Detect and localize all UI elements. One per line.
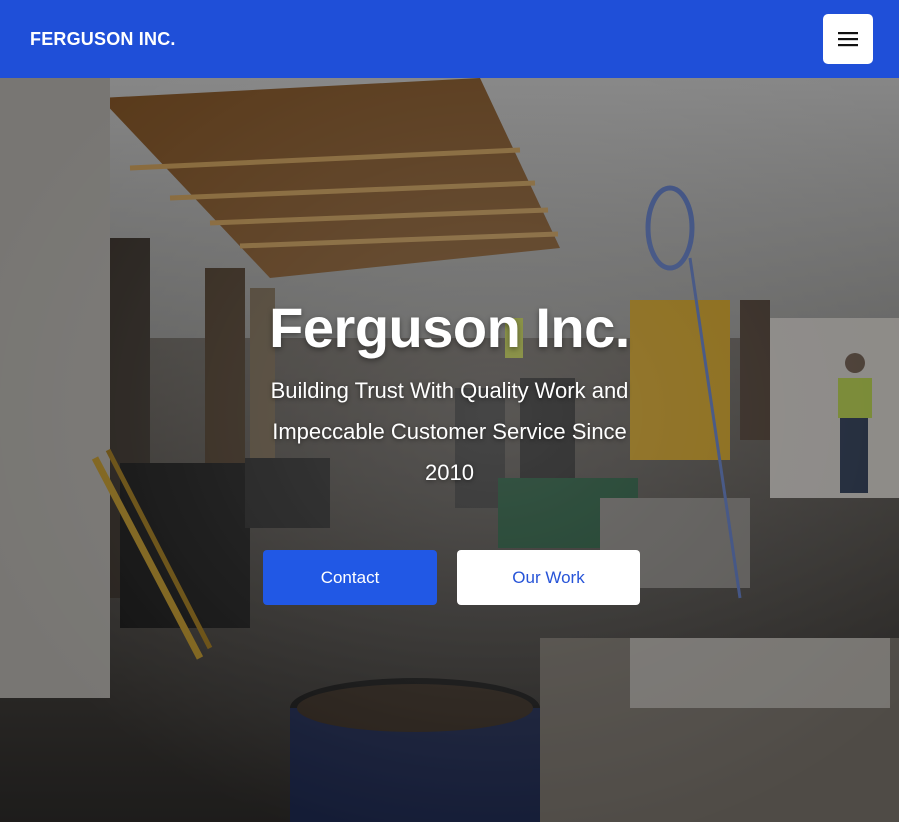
hero-buttons: Contact Our Work (263, 550, 640, 605)
hero-section: Ferguson Inc. Building Trust With Qualit… (0, 78, 899, 822)
navbar: FERGUSON INC. (0, 0, 899, 78)
contact-button[interactable]: Contact (263, 550, 437, 605)
hamburger-menu-icon (838, 32, 858, 47)
hero-content: Ferguson Inc. Building Trust With Qualit… (0, 296, 899, 493)
menu-toggle-button[interactable] (823, 14, 873, 64)
brand-logo-text[interactable]: FERGUSON INC. (30, 29, 176, 50)
our-work-button[interactable]: Our Work (457, 550, 640, 605)
hero-subtitle: Building Trust With Quality Work and Imp… (270, 378, 629, 485)
hero-title: Ferguson Inc. (269, 296, 630, 359)
